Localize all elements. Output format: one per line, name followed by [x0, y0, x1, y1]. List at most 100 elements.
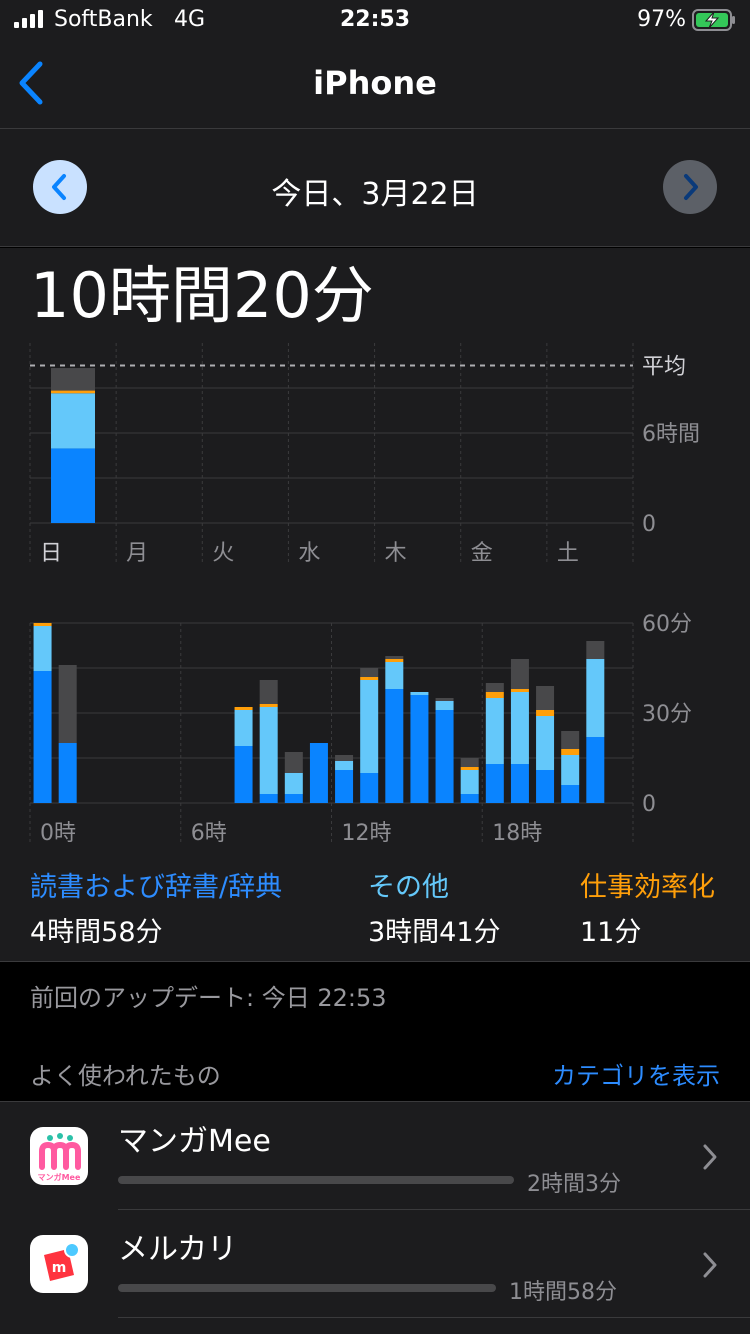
bar-segment [536, 770, 555, 803]
bar-segment [360, 668, 379, 677]
legend-value: 3時間41分 [368, 917, 501, 948]
chevron-right-icon [703, 1144, 717, 1170]
bar-segment [33, 626, 52, 671]
bar-segment [335, 770, 354, 803]
next-day-button[interactable] [663, 160, 717, 214]
bar-segment [460, 758, 479, 767]
x-tick-label: 18時 [492, 821, 542, 846]
chevron-right-icon [684, 174, 698, 200]
bar-segment [435, 698, 454, 701]
bar-segment [234, 710, 253, 746]
x-tick-label: 土 [557, 541, 579, 566]
screen-time-card: 10時間20分 平均 6時間 0 日月火水木金土 60分 30分 0 0時 6時 12時 18時 … [0, 248, 750, 962]
bar-segment [360, 773, 379, 803]
weekly-usage-chart: 平均 6時間 0 日 月 火 水 木 金 土 [29, 343, 700, 566]
mangamee-icon: マンガMee [30, 1127, 88, 1185]
usage-bar [118, 1284, 496, 1292]
show-categories-link[interactable]: カテゴリを表示 [552, 1056, 720, 1091]
bar-segment [410, 692, 429, 695]
bar-segment [510, 689, 529, 692]
bar-segment [510, 764, 529, 803]
legend-category: 読書および辞書/辞典 [30, 872, 283, 903]
bar-segment [485, 764, 504, 803]
bar-segment [284, 773, 303, 794]
y-tick-label: 0 [642, 792, 656, 817]
x-tick-label: 12時 [342, 821, 392, 846]
app-duration: 2時間3分 [527, 1172, 621, 1197]
battery-percentage: 97% [637, 7, 686, 32]
bar-segment [33, 671, 52, 803]
bar-segment [586, 659, 605, 737]
bar-segment [360, 677, 379, 680]
y-tick-label: 6時間 [642, 422, 700, 447]
bar-segment [435, 710, 454, 803]
bar-segment [460, 767, 479, 770]
x-tick-label: 日 [40, 541, 62, 566]
bar-segment [586, 737, 605, 803]
bar-segment [51, 393, 95, 449]
app-name: マンガMee [118, 1124, 271, 1159]
bar-segment [309, 743, 328, 803]
status-bar: SoftBank 4G 22:53 97% [0, 0, 750, 40]
legend-value: 4時間58分 [30, 917, 163, 948]
battery-charging-icon [692, 9, 735, 31]
y-tick-label: 30分 [642, 702, 692, 727]
bar-segment [385, 689, 404, 803]
legend-value: 11分 [580, 917, 642, 948]
app-row-mercari[interactable]: m メルカリ 1時間58分 [0, 1210, 750, 1318]
icon-text: m [52, 1260, 67, 1276]
chevron-right-icon [703, 1252, 717, 1278]
y-tick-label: 0 [642, 512, 656, 537]
bar-segment [561, 731, 580, 749]
mercari-icon: m [30, 1235, 88, 1293]
icon-text: マンガMee [38, 1172, 81, 1182]
bar-segment [561, 749, 580, 755]
bar-segment [51, 448, 95, 523]
legend-reading: 読書および辞書/辞典 4時間58分 [30, 865, 282, 949]
divider [118, 1317, 750, 1318]
legend-other: その他 3時間41分 [368, 865, 501, 949]
app-duration: 1時間58分 [509, 1280, 617, 1305]
navigation-bar: iPhone [0, 40, 750, 129]
bar-segment [385, 656, 404, 659]
bar-segment [51, 390, 95, 394]
app-name: メルカリ [118, 1232, 238, 1267]
hourly-usage-chart: 60分 30分 0 0時 6時 12時 18時 [29, 612, 692, 846]
average-label: 平均 [642, 355, 686, 380]
legend-category: その他 [368, 872, 449, 903]
bar-segment [385, 662, 404, 689]
bar-segment [510, 692, 529, 764]
bar-segment [284, 794, 303, 803]
bar-segment [33, 623, 52, 626]
bar-segment [536, 716, 555, 770]
bar-segment [485, 692, 504, 698]
x-tick-label: 6時 [191, 821, 227, 846]
bar-segment [360, 680, 379, 773]
bar-segment [284, 752, 303, 773]
bar-segment [561, 755, 580, 785]
app-list: マンガMee マンガMee 2時間3分 m メルカリ 1時間58分 [0, 1101, 750, 1334]
bar-segment [234, 707, 253, 710]
bar-segment [485, 698, 504, 764]
x-tick-label: 火 [212, 541, 234, 566]
bar-segment [58, 743, 77, 803]
bar-segment [51, 368, 95, 391]
bar-segment [510, 659, 529, 689]
bar-segment [335, 755, 354, 761]
y-tick-label: 60分 [642, 612, 692, 637]
bar-segment [536, 686, 555, 710]
selected-date: 今日、3月22日 [271, 177, 479, 212]
bar-segment [58, 665, 77, 743]
section-label: よく使われたもの [30, 1062, 221, 1090]
bar-segment [410, 695, 429, 803]
bar-segment [435, 701, 454, 710]
x-tick-label: 水 [298, 541, 320, 566]
x-tick-label: 金 [471, 541, 493, 566]
x-tick-label: 0時 [40, 821, 76, 846]
usage-bar [118, 1176, 514, 1184]
app-row-mangamee[interactable]: マンガMee マンガMee 2時間3分 [0, 1102, 750, 1210]
bar-segment [335, 761, 354, 770]
bar-segment [234, 746, 253, 803]
bar-segment [561, 785, 580, 803]
legend-productivity: 仕事効率化 11分 [580, 865, 715, 949]
